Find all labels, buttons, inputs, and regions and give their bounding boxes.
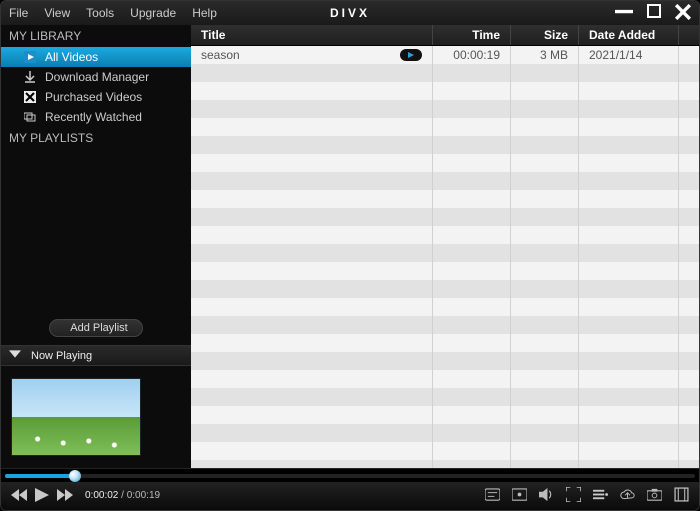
table-row: [191, 190, 699, 208]
table-row: [191, 136, 699, 154]
settings-icon[interactable]: [674, 487, 689, 505]
col-time[interactable]: Time: [433, 25, 511, 45]
total-time: 0:00:19: [127, 490, 160, 501]
table-row: [191, 280, 699, 298]
sidebar: MY LIBRARY All Videos Download Manager Pur…: [1, 25, 191, 468]
app-logo: DIVX: [330, 6, 370, 20]
purchased-icon: [23, 91, 37, 103]
current-time: 0:00:02: [85, 490, 118, 501]
menu-bar: File View Tools Upgrade Help: [9, 6, 217, 20]
table-row[interactable]: season00:00:193 MB2021/1/14: [191, 46, 699, 64]
table-row: [191, 82, 699, 100]
video-list: season00:00:193 MB2021/1/14: [191, 46, 699, 468]
table-row: [191, 154, 699, 172]
sidebar-item-recently-watched[interactable]: Recently Watched: [1, 107, 191, 127]
sidebar-item-label: Download Manager: [45, 70, 149, 84]
table-row: [191, 226, 699, 244]
fullscreen-icon[interactable]: [566, 487, 581, 505]
table-row: [191, 118, 699, 136]
sidebar-item-all-videos[interactable]: All Videos: [1, 47, 191, 67]
table-row: [191, 352, 699, 370]
table-row: [191, 370, 699, 388]
add-playlist-button[interactable]: Add Playlist: [49, 319, 142, 337]
next-button[interactable]: [57, 488, 73, 505]
playlist-icon[interactable]: [593, 487, 608, 505]
seek-fill: [5, 474, 77, 478]
table-row: [191, 316, 699, 334]
app-body: MY LIBRARY All Videos Download Manager Pur…: [1, 25, 699, 468]
column-headers: Title Time Size Date Added: [191, 25, 699, 46]
minimize-button[interactable]: [615, 4, 633, 23]
close-button[interactable]: [675, 4, 691, 23]
chevron-down-icon: [9, 348, 21, 363]
sidebar-item-purchased-videos[interactable]: Purchased Videos: [1, 87, 191, 107]
add-playlist-label: Add Playlist: [70, 322, 127, 334]
table-row: [191, 424, 699, 442]
seek-thumb[interactable]: [69, 470, 81, 482]
sidebar-item-download-manager[interactable]: Download Manager: [1, 67, 191, 87]
menu-help[interactable]: Help: [192, 6, 217, 20]
cell-title: season: [191, 46, 433, 64]
table-row: [191, 334, 699, 352]
video-thumbnail[interactable]: [11, 378, 141, 456]
subtitle-icon[interactable]: [485, 487, 500, 505]
table-row: [191, 406, 699, 424]
seek-bar[interactable]: [1, 468, 699, 482]
seek-track: [5, 474, 695, 478]
table-row: [191, 64, 699, 82]
col-size[interactable]: Size: [511, 25, 579, 45]
cloud-icon[interactable]: [620, 487, 635, 505]
recent-icon: [23, 111, 37, 123]
playback-controls: 0:00:02 / 0:00:19: [1, 482, 699, 510]
volume-icon[interactable]: [539, 487, 554, 505]
menu-file[interactable]: File: [9, 6, 28, 20]
table-row: [191, 388, 699, 406]
col-title[interactable]: Title: [191, 25, 433, 45]
cell-date: 2021/1/14: [579, 46, 679, 64]
now-playing-indicator-icon: [400, 49, 422, 61]
table-row: [191, 262, 699, 280]
table-row: [191, 460, 699, 468]
now-playing-thumbnail-area: [1, 366, 191, 468]
snapshot-icon[interactable]: [647, 487, 662, 505]
sidebar-item-label: All Videos: [45, 50, 98, 64]
previous-button[interactable]: [11, 488, 27, 505]
table-row: [191, 100, 699, 118]
time-display: 0:00:02 / 0:00:19: [85, 490, 160, 502]
maximize-button[interactable]: [647, 4, 661, 23]
library-header: MY LIBRARY: [1, 25, 191, 47]
table-row: [191, 172, 699, 190]
table-row: [191, 208, 699, 226]
menu-view[interactable]: View: [44, 6, 70, 20]
download-icon: [23, 71, 37, 83]
col-padding: [679, 25, 699, 45]
cast-icon[interactable]: [512, 487, 527, 505]
menu-upgrade[interactable]: Upgrade: [130, 6, 176, 20]
now-playing-label: Now Playing: [31, 350, 92, 362]
col-date[interactable]: Date Added: [579, 25, 679, 45]
table-row: [191, 244, 699, 262]
cell-size: 3 MB: [511, 46, 579, 64]
cell-time: 00:00:19: [433, 46, 511, 64]
titlebar: File View Tools Upgrade Help DIVX: [1, 1, 699, 25]
now-playing-header[interactable]: Now Playing: [1, 345, 191, 366]
app-window: File View Tools Upgrade Help DIVX MY LIB…: [0, 0, 700, 511]
table-row: [191, 298, 699, 316]
menu-tools[interactable]: Tools: [86, 6, 114, 20]
play-icon: [23, 51, 37, 63]
sidebar-item-label: Recently Watched: [45, 110, 142, 124]
table-row: [191, 442, 699, 460]
play-button[interactable]: [35, 488, 49, 505]
sidebar-item-label: Purchased Videos: [45, 90, 142, 104]
playlists-header: MY PLAYLISTS: [1, 127, 191, 149]
main-panel: Title Time Size Date Added season00:00:1…: [191, 25, 699, 468]
